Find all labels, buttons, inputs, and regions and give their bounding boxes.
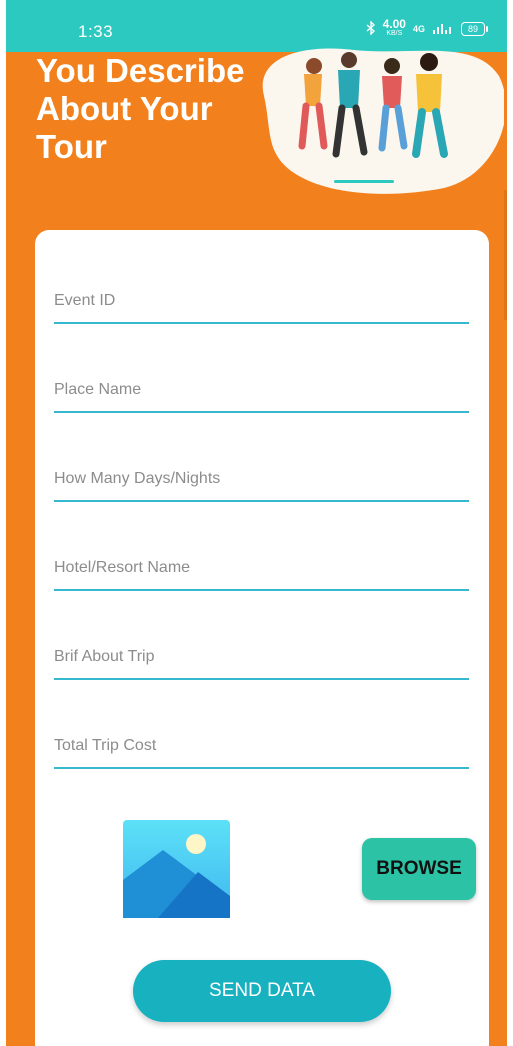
status-time: 1:33 [78,22,114,41]
trip-brief-field[interactable] [54,642,469,680]
scrollbar[interactable] [504,190,507,320]
battery-icon: 89 [461,22,488,36]
hotel-resort-input[interactable] [54,553,469,583]
image-placeholder-icon[interactable] [123,820,230,918]
network-type: 4G [412,24,425,34]
signal-icon [432,22,454,37]
days-nights-field[interactable] [54,464,469,502]
app-screen: 1:33 4.00 KB/S 4G 89 You Describe About … [6,0,507,1046]
bluetooth-icon [366,19,376,38]
group-of-friends-illustration [244,36,506,196]
hotel-resort-field[interactable] [54,553,469,591]
browse-button[interactable]: BROWSE [362,838,476,900]
form-card: BROWSE SEND DATA [35,230,489,1046]
send-data-button[interactable]: SEND DATA [133,960,391,1022]
place-name-input[interactable] [54,375,469,405]
days-nights-input[interactable] [54,464,469,494]
speed-value: 4.00 [382,17,406,31]
event-id-input[interactable] [54,286,469,316]
place-name-field[interactable] [54,375,469,413]
battery-level: 89 [467,24,478,34]
event-id-field[interactable] [54,286,469,324]
trip-cost-input[interactable] [54,731,469,761]
trip-brief-input[interactable] [54,642,469,672]
page-title: You Describe About Your Tour [36,52,245,165]
trip-cost-field[interactable] [54,731,469,769]
